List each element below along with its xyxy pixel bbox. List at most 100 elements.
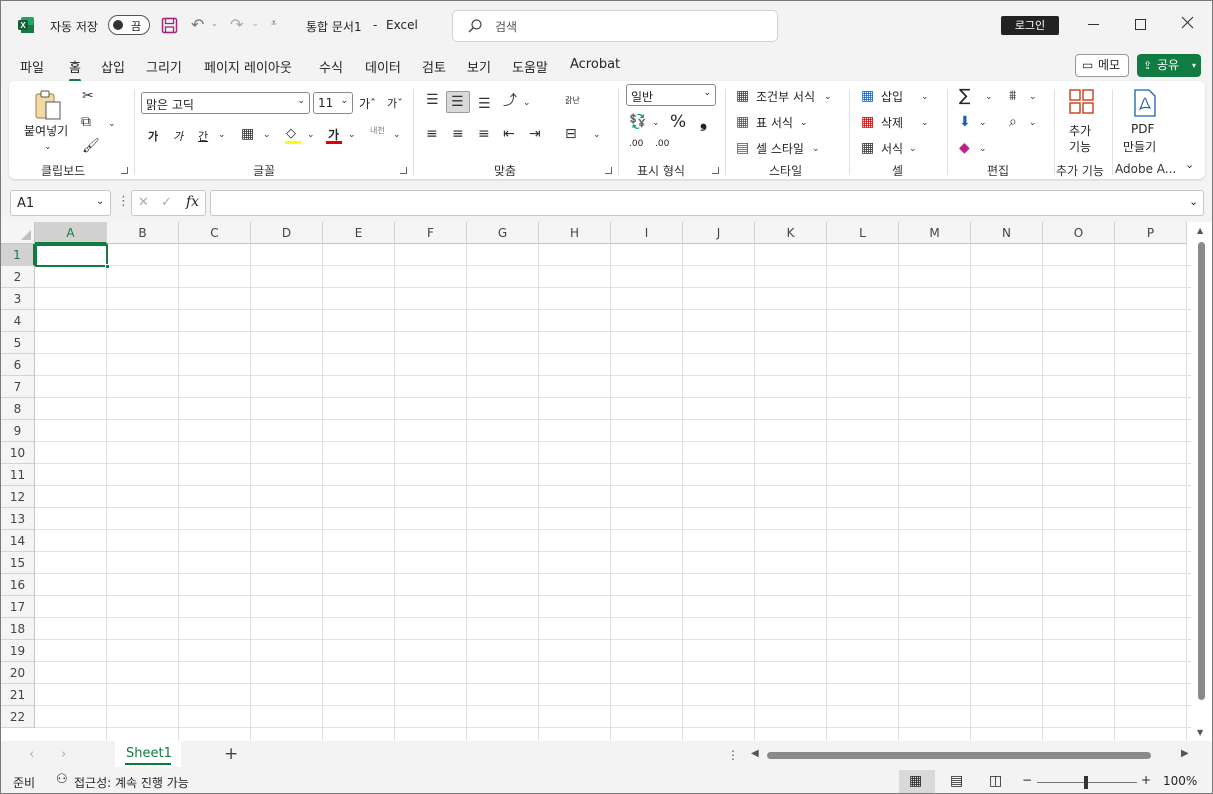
formula-input[interactable]: ⌄: [210, 190, 1204, 216]
phonetic-icon[interactable]: 내천: [370, 125, 385, 136]
select-all-corner[interactable]: [1, 222, 35, 244]
align-right-icon[interactable]: ≡: [478, 126, 490, 142]
row-header[interactable]: 1: [1, 244, 35, 266]
next-sheet-icon[interactable]: ›: [61, 747, 66, 762]
align-middle-button[interactable]: ☰: [446, 91, 470, 113]
zoom-in-button[interactable]: +: [1141, 773, 1151, 787]
accessibility-icon[interactable]: ⚇: [56, 772, 68, 787]
row-header[interactable]: 21: [1, 684, 35, 706]
row-header[interactable]: 11: [1, 464, 35, 486]
column-header[interactable]: I: [611, 222, 683, 244]
expand-formula-icon[interactable]: ⌄: [1189, 195, 1198, 208]
save-icon[interactable]: [161, 17, 178, 37]
zoom-level[interactable]: 100%: [1163, 774, 1197, 788]
accounting-dropdown-icon[interactable]: ⌄: [652, 115, 660, 131]
scroll-down-icon[interactable]: ▼: [1197, 728, 1203, 737]
scroll-right-icon[interactable]: ▶: [1181, 748, 1189, 759]
align-bottom-icon[interactable]: ☰: [478, 96, 491, 112]
tab-acrobat[interactable]: Acrobat: [570, 57, 620, 72]
autosum-dropdown-icon[interactable]: ⌄: [985, 89, 993, 105]
scroll-up-icon[interactable]: ▲: [1197, 226, 1203, 235]
fill-dropdown-icon[interactable]: ⌄: [979, 115, 987, 131]
align-top-icon[interactable]: ☰: [426, 92, 439, 108]
more-options-icon[interactable]: ⋮: [117, 194, 130, 209]
delete-cells-button[interactable]: 삭제: [881, 114, 903, 131]
decrease-font-icon[interactable]: 가ˇ: [387, 95, 403, 111]
insert-cells-icon[interactable]: ▦: [861, 88, 874, 104]
row-header[interactable]: 3: [1, 288, 35, 310]
row-header[interactable]: 7: [1, 376, 35, 398]
decrease-indent-icon[interactable]: ⇤: [503, 126, 515, 142]
worksheet-grid[interactable]: ABCDEFGHIJKLMNOP 1 2 3 4 5 6 7 8 9 10 11 12 13 14 15 16…: [1, 222, 1212, 741]
cell-styles-icon[interactable]: ▤: [736, 140, 749, 156]
fill-handle[interactable]: [105, 264, 110, 269]
underline-dropdown-icon[interactable]: ⌄: [218, 127, 226, 143]
sheet-tab-sheet1[interactable]: Sheet1: [115, 741, 181, 767]
tab-split-icon[interactable]: ⋮: [727, 748, 739, 762]
redo-dropdown-icon[interactable]: ⌄: [252, 19, 259, 28]
increase-indent-icon[interactable]: ⇥: [529, 126, 541, 142]
column-header[interactable]: O: [1043, 222, 1115, 244]
column-header[interactable]: L: [827, 222, 899, 244]
zoom-out-button[interactable]: −: [1022, 773, 1032, 787]
create-pdf-icon[interactable]: [1132, 89, 1158, 120]
addins-label-line2[interactable]: 기능: [1069, 138, 1091, 155]
tab-data[interactable]: 데이터: [365, 57, 401, 76]
share-button[interactable]: ⇪ 공유 ▾: [1137, 54, 1201, 77]
borders-dropdown-icon[interactable]: ⌄: [263, 127, 271, 143]
cancel-icon[interactable]: ✕: [138, 195, 149, 210]
cell-styles-button[interactable]: 셀 스타일: [756, 140, 804, 157]
delete-dropdown-icon[interactable]: ⌄: [921, 115, 929, 131]
copy-dropdown-icon[interactable]: ⌄: [108, 116, 116, 132]
minimize-icon[interactable]: [1088, 24, 1099, 25]
bold-button[interactable]: 가: [148, 128, 158, 144]
column-header[interactable]: J: [683, 222, 755, 244]
comma-style-icon[interactable]: ❟: [700, 111, 707, 132]
tab-draw[interactable]: 그리기: [146, 57, 182, 76]
tab-help[interactable]: 도움말: [512, 57, 548, 76]
row-header[interactable]: 22: [1, 706, 35, 728]
format-cells-icon[interactable]: ▦: [861, 140, 874, 156]
format-table-button[interactable]: 표 서식: [756, 114, 793, 131]
column-header[interactable]: M: [899, 222, 971, 244]
phonetic-dropdown-icon[interactable]: ⌄: [393, 127, 401, 143]
memo-button[interactable]: ▭ 메모: [1075, 54, 1129, 77]
vertical-scrollbar[interactable]: ▲ ▼: [1191, 222, 1212, 741]
cell-styles-dropdown-icon[interactable]: ⌄: [812, 141, 820, 157]
increase-decimal-icon[interactable]: .00: [629, 139, 643, 149]
row-header[interactable]: 9: [1, 420, 35, 442]
tab-formulas[interactable]: 수식: [319, 57, 343, 76]
sort-dropdown-icon[interactable]: ⌄: [1029, 89, 1037, 105]
normal-view-button[interactable]: ▦: [899, 770, 935, 793]
column-header[interactable]: B: [107, 222, 179, 244]
zoom-slider-thumb[interactable]: [1084, 776, 1088, 789]
tab-home[interactable]: 홈: [69, 57, 81, 82]
row-header[interactable]: 13: [1, 508, 35, 530]
row-header[interactable]: 18: [1, 618, 35, 640]
align-center-icon[interactable]: ≡: [452, 126, 464, 142]
row-header[interactable]: 2: [1, 266, 35, 288]
page-layout-view-icon[interactable]: ▤: [950, 773, 963, 789]
copy-icon[interactable]: ⧉: [81, 114, 91, 130]
autosum-icon[interactable]: ∑: [959, 86, 970, 106]
number-launcher-icon[interactable]: [712, 167, 719, 174]
selected-cell[interactable]: [35, 244, 108, 267]
decrease-decimal-icon[interactable]: .00: [655, 139, 669, 149]
create-pdf-label-line1[interactable]: PDF: [1131, 122, 1154, 136]
format-painter-icon[interactable]: 🖌: [82, 138, 100, 154]
underline-button[interactable]: 간: [198, 128, 208, 144]
delete-cells-icon[interactable]: ▦: [861, 114, 874, 130]
accounting-format-icon[interactable]: 💱: [629, 114, 646, 130]
conditional-dropdown-icon[interactable]: ⌄: [824, 89, 832, 105]
number-format-dropdown[interactable]: 일반 ⌄: [626, 84, 716, 106]
format-dropdown-icon[interactable]: ⌄: [909, 141, 917, 157]
tab-view[interactable]: 보기: [467, 57, 491, 76]
font-size-dropdown[interactable]: 11 ⌄: [313, 92, 353, 114]
insert-dropdown-icon[interactable]: ⌄: [921, 89, 929, 105]
insert-cells-button[interactable]: 삽입: [881, 88, 903, 105]
row-header[interactable]: 19: [1, 640, 35, 662]
increase-font-icon[interactable]: 가ˆ: [359, 95, 376, 112]
search-box[interactable]: 검색: [452, 10, 778, 42]
merge-center-icon[interactable]: ⊟: [565, 126, 577, 142]
row-header[interactable]: 14: [1, 530, 35, 552]
